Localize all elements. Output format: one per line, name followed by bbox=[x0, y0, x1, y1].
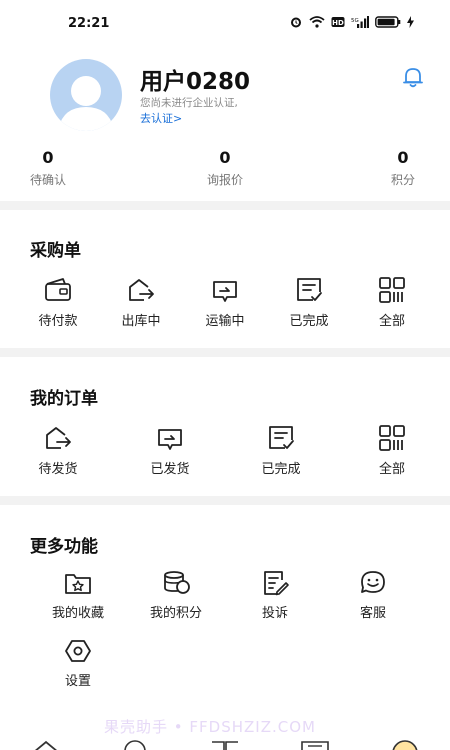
hd-icon: HD bbox=[331, 17, 345, 27]
alarm-icon bbox=[291, 17, 301, 28]
section-title: 采购单 bbox=[30, 241, 81, 261]
purchase-in-transit[interactable]: 运输中 bbox=[190, 276, 260, 329]
section-divider bbox=[0, 348, 450, 357]
section-title: 我的订单 bbox=[30, 389, 98, 409]
settings[interactable]: 设置 bbox=[43, 638, 113, 689]
purchase-outbound[interactable]: 出库中 bbox=[106, 276, 176, 329]
item-label: 运输中 bbox=[205, 314, 245, 329]
completed-icon bbox=[269, 426, 294, 449]
stat-pending-confirm[interactable]: 0 待确认 bbox=[0, 148, 123, 188]
signal-icon: 5G bbox=[351, 16, 369, 28]
completed-icon bbox=[297, 278, 322, 301]
item-label: 设置 bbox=[64, 674, 91, 689]
charging-icon bbox=[407, 16, 414, 28]
item-label: 我的积分 bbox=[149, 606, 202, 621]
status-bar: 22:21 HD 5G bbox=[0, 0, 450, 46]
section-divider bbox=[0, 201, 450, 210]
stat-label: 询报价 bbox=[206, 173, 243, 187]
item-label: 全部 bbox=[378, 314, 405, 329]
my-points[interactable]: 我的积分 bbox=[141, 570, 211, 621]
home-icon[interactable] bbox=[32, 738, 60, 750]
purchase-completed[interactable]: 已完成 bbox=[274, 276, 344, 329]
outbound-icon bbox=[129, 279, 154, 301]
settings-icon bbox=[65, 640, 91, 662]
user-silhouette-icon bbox=[58, 76, 114, 131]
item-label: 待付款 bbox=[38, 314, 78, 329]
certify-link[interactable]: 去认证> bbox=[140, 110, 182, 126]
svg-text:HD: HD bbox=[332, 19, 344, 27]
stat-points[interactable]: 0 积分 bbox=[328, 148, 450, 188]
svg-text:5G: 5G bbox=[351, 18, 359, 24]
my-favorites[interactable]: 我的收藏 bbox=[43, 570, 113, 621]
stat-value: 0 bbox=[219, 148, 231, 167]
avatar[interactable] bbox=[50, 59, 122, 131]
stat-value: 0 bbox=[397, 148, 409, 167]
service-icon bbox=[361, 571, 385, 593]
purchase-pending-payment[interactable]: 待付款 bbox=[23, 276, 93, 329]
wallet-icon bbox=[45, 278, 71, 301]
purchase-order-section: 采购单 待付款 出库中 运输中 已完成 全部 bbox=[0, 222, 450, 348]
item-label: 出库中 bbox=[121, 314, 161, 329]
complaint[interactable]: 投诉 bbox=[240, 570, 310, 621]
wifi-icon bbox=[309, 16, 325, 28]
stat-label: 积分 bbox=[390, 173, 415, 187]
catalog-icon[interactable] bbox=[210, 738, 240, 750]
grid-icon bbox=[379, 277, 405, 303]
notification-bell-icon[interactable] bbox=[400, 64, 426, 90]
stat-label: 待确认 bbox=[29, 173, 66, 187]
order-completed[interactable]: 已完成 bbox=[246, 424, 316, 477]
outbound-icon bbox=[46, 427, 71, 449]
stat-inquiries[interactable]: 0 询报价 bbox=[150, 148, 300, 188]
item-label: 已发货 bbox=[150, 462, 190, 477]
transport-icon bbox=[213, 281, 237, 302]
item-label: 全部 bbox=[378, 462, 405, 477]
username: 用户0280 bbox=[140, 69, 251, 95]
profile-header: 用户0280 您尚未进行企业认证, 去认证> 0 待确认 0 询报价 0 积分 bbox=[0, 46, 450, 196]
bottom-nav bbox=[0, 736, 450, 750]
item-label: 投诉 bbox=[261, 606, 288, 621]
more-features-section: 更多功能 我的收藏 我的积分 投诉 客服 设置 bbox=[0, 518, 450, 708]
order-awaiting-shipment[interactable]: 待发货 bbox=[23, 424, 93, 477]
order-all[interactable]: 全部 bbox=[357, 424, 427, 477]
customer-service[interactable]: 客服 bbox=[338, 570, 408, 621]
purchase-all[interactable]: 全部 bbox=[357, 276, 427, 329]
order-shipped[interactable]: 已发货 bbox=[135, 424, 205, 477]
star-folder-icon bbox=[65, 574, 91, 594]
battery-icon bbox=[375, 16, 401, 28]
cart-icon[interactable] bbox=[300, 738, 330, 750]
stats-row: 0 待确认 0 询报价 0 积分 bbox=[0, 148, 450, 188]
section-title: 更多功能 bbox=[30, 537, 98, 557]
certification-note: 您尚未进行企业认证, bbox=[140, 97, 238, 109]
status-icons: HD 5G bbox=[289, 15, 414, 29]
watermark: 果壳助手 • FFDSHZIZ.COM bbox=[104, 718, 316, 736]
complaint-icon bbox=[264, 571, 289, 596]
stat-value: 0 bbox=[42, 148, 54, 167]
item-label: 已完成 bbox=[261, 462, 301, 477]
item-label: 待发货 bbox=[38, 462, 78, 477]
status-time: 22:21 bbox=[68, 16, 110, 31]
item-label: 已完成 bbox=[289, 314, 329, 329]
item-label: 我的收藏 bbox=[51, 606, 104, 621]
transport-icon bbox=[158, 429, 182, 450]
my-orders-section: 我的订单 待发货 已发货 已完成 全部 bbox=[0, 370, 450, 496]
profile-tab-icon[interactable] bbox=[390, 738, 420, 750]
item-label: 客服 bbox=[359, 606, 386, 621]
section-divider bbox=[0, 496, 450, 505]
grid-icon bbox=[379, 425, 405, 451]
category-icon[interactable] bbox=[122, 738, 148, 750]
coins-icon bbox=[164, 571, 190, 594]
